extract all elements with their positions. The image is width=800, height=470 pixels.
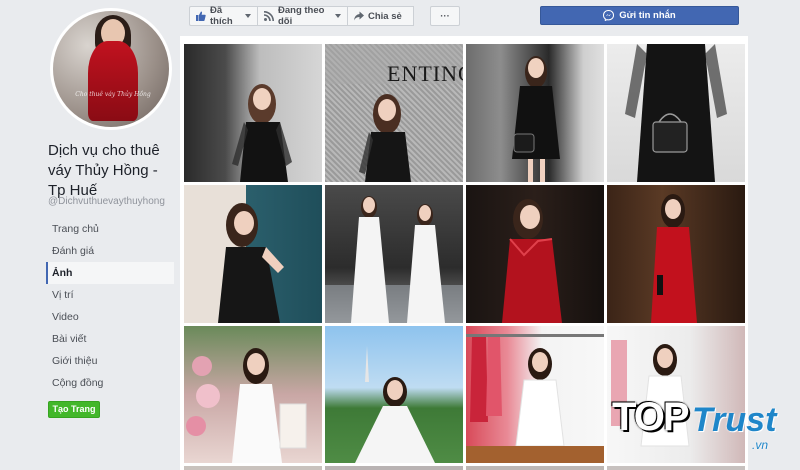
nav-item-reviews[interactable]: Đánh giá	[46, 240, 174, 262]
photo-tile[interactable]	[466, 466, 604, 470]
model-figure	[325, 196, 463, 323]
nav-item-about[interactable]: Giới thiệu	[46, 350, 174, 372]
profile-avatar[interactable]: Cho thuê váy Thủy Hồng	[50, 8, 172, 130]
nav-item-home[interactable]: Trang chủ	[46, 218, 174, 240]
nav-item-videos[interactable]: Video	[46, 306, 174, 328]
model-figure	[186, 348, 307, 463]
photo-tile[interactable]	[466, 326, 604, 463]
thumbs-up-icon	[196, 11, 206, 21]
photo-tile[interactable]	[607, 466, 745, 470]
model-figure	[232, 84, 292, 182]
page-title[interactable]: Dịch vụ cho thuê váy Thủy Hồng - Tp Huế	[48, 141, 178, 201]
send-message-label: Gửi tin nhắn	[619, 10, 676, 21]
chevron-down-icon	[245, 14, 251, 18]
page-nav: Trang chủ Đánh giá Ảnh Vị trí Video Bài …	[46, 218, 174, 394]
photo-tile[interactable]	[607, 185, 745, 323]
photo-tile[interactable]: ENTINO	[325, 44, 463, 182]
avatar-red-dress	[88, 41, 138, 121]
toptrust-watermark: TOP Trust .vn	[612, 393, 792, 463]
model-figure	[512, 56, 560, 182]
nav-item-photos[interactable]: Ảnh	[46, 262, 174, 284]
nav-item-posts[interactable]: Bài viết	[46, 328, 174, 350]
chevron-down-icon	[335, 14, 341, 18]
svg-text:ENTINO: ENTINO	[387, 61, 463, 86]
rss-icon	[264, 11, 274, 21]
share-arrow-icon	[354, 11, 364, 21]
photo-tile[interactable]	[466, 44, 604, 182]
photo-tile[interactable]	[607, 44, 745, 182]
avatar-caption: Cho thuê váy Thủy Hồng	[75, 91, 151, 98]
like-button[interactable]: Đã thích	[189, 5, 258, 27]
watermark-vn: .vn	[752, 438, 769, 452]
photo-tile[interactable]	[325, 466, 463, 470]
share-button[interactable]: Chia sẻ	[347, 6, 414, 26]
model-figure: ENTINO	[325, 44, 463, 182]
watermark-trust: Trust	[692, 401, 777, 439]
more-options-button[interactable]: ···	[430, 6, 460, 26]
left-sidebar: Cho thuê váy Thủy Hồng Dịch vụ cho thuê …	[0, 0, 180, 470]
like-label: Đã thích	[210, 5, 233, 27]
model-figure	[625, 44, 727, 182]
model-figure	[218, 203, 284, 323]
page-handle[interactable]: @Dichvuthuevaythuyhong	[48, 196, 165, 207]
model-figure	[466, 334, 604, 463]
model-figure	[355, 346, 435, 463]
photo-tile[interactable]	[184, 44, 322, 182]
nav-item-community[interactable]: Cộng đồng	[46, 372, 174, 394]
model-figure	[502, 199, 562, 323]
messenger-icon	[603, 10, 615, 21]
photo-tile[interactable]	[325, 326, 463, 463]
photo-tile[interactable]	[325, 185, 463, 323]
share-label: Chia sẻ	[368, 10, 402, 22]
follow-label: Đang theo dõi	[278, 5, 325, 27]
create-page-button[interactable]: Tạo Trang	[48, 401, 100, 418]
send-message-button[interactable]: Gửi tin nhắn	[540, 6, 739, 25]
photo-tile[interactable]	[184, 326, 322, 463]
photo-tile[interactable]	[184, 185, 322, 323]
photo-tile[interactable]	[184, 466, 322, 470]
follow-button[interactable]: Đang theo dõi	[257, 5, 348, 27]
model-figure	[651, 194, 697, 323]
nav-item-location[interactable]: Vị trí	[46, 284, 174, 306]
photo-tile[interactable]	[466, 185, 604, 323]
avatar-photo: Cho thuê váy Thủy Hồng	[53, 11, 169, 127]
watermark-top: TOP	[612, 395, 690, 439]
